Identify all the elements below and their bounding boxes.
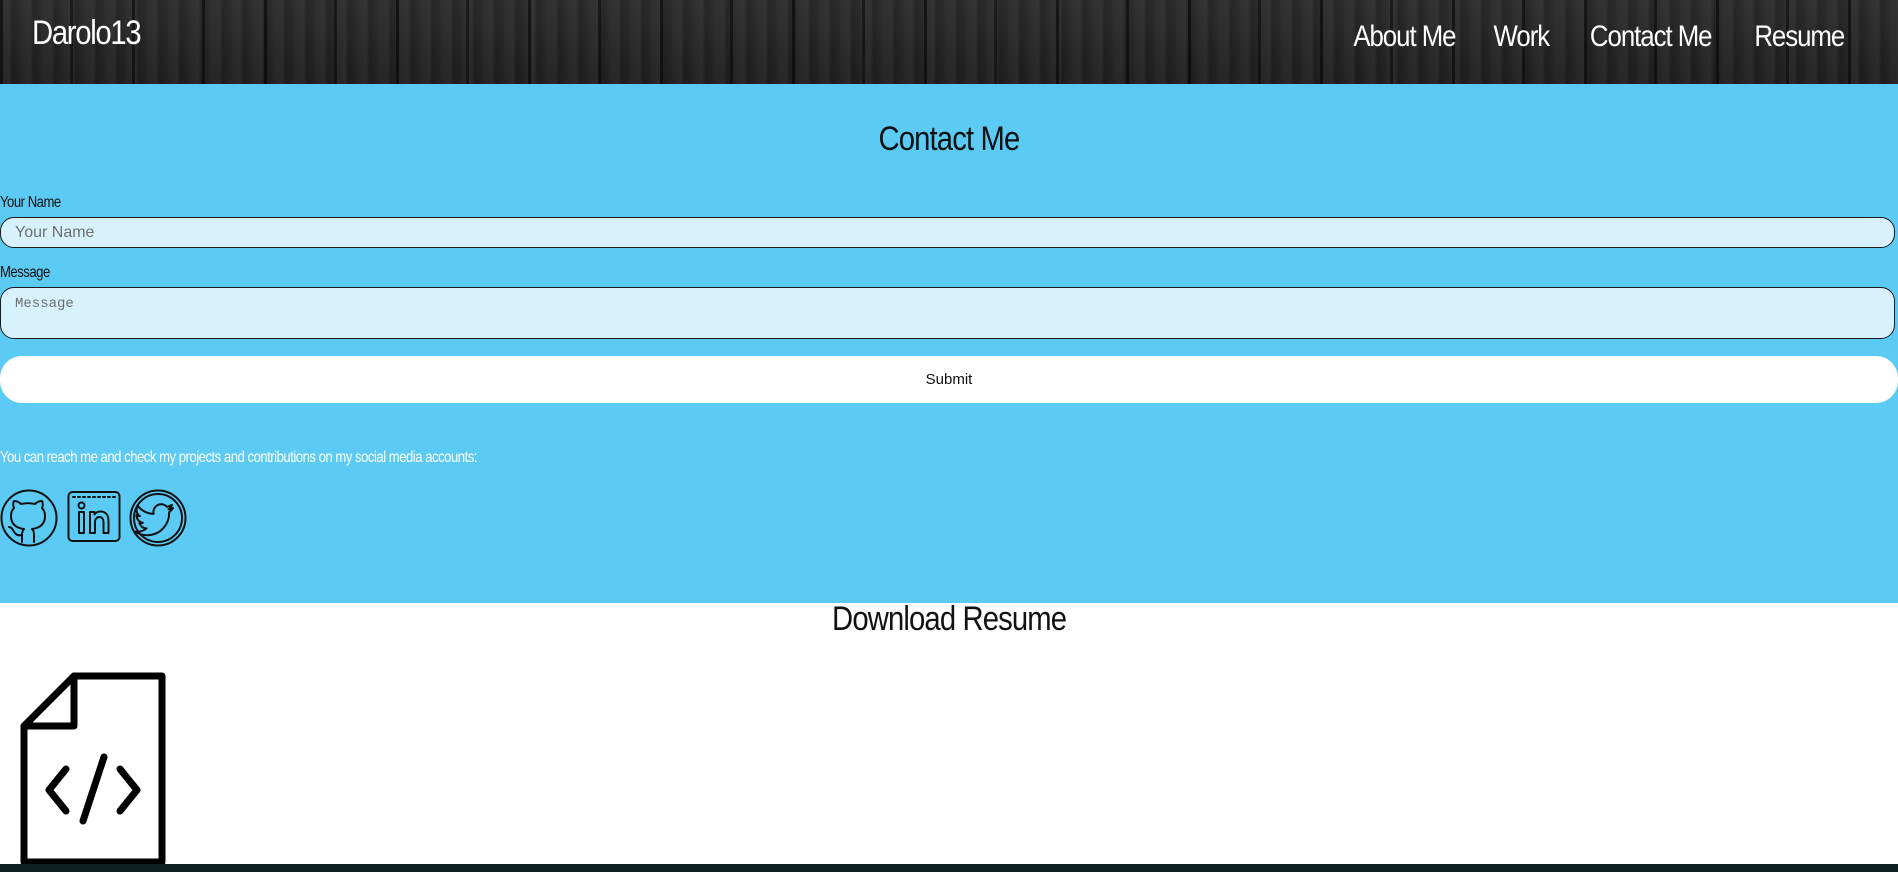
site-header: Darolo13 About Me Work Contact Me Resume <box>0 0 1898 84</box>
nav-resume[interactable]: Resume <box>1755 20 1846 54</box>
contact-title: Contact Me <box>878 120 1021 158</box>
linkedin-link[interactable] <box>67 489 121 543</box>
site-logo[interactable]: Darolo13 <box>32 14 142 53</box>
twitter-link[interactable] <box>129 489 187 547</box>
contact-section: Contact Me Your Name Message Submit You … <box>0 84 1898 603</box>
nav-work[interactable]: Work <box>1494 20 1551 54</box>
message-input[interactable] <box>0 287 1895 339</box>
submit-button[interactable]: Submit <box>0 356 1898 403</box>
linkedin-icon <box>67 491 121 542</box>
github-link[interactable] <box>0 489 58 547</box>
message-label: Message <box>0 264 50 281</box>
twitter-icon <box>129 489 187 547</box>
resume-download-link[interactable] <box>20 672 166 871</box>
resume-title: Download Resume <box>831 600 1067 638</box>
code-file-icon <box>20 672 166 866</box>
bottom-bar <box>0 864 1898 872</box>
social-text: You can reach me and check my projects a… <box>0 449 477 466</box>
github-icon <box>0 489 58 547</box>
nav-contact-me[interactable]: Contact Me <box>1590 20 1713 54</box>
main-nav: About Me Work Contact Me Resume <box>1319 20 1852 54</box>
nav-about-me[interactable]: About Me <box>1353 20 1456 54</box>
name-label: Your Name <box>0 194 61 211</box>
name-input[interactable] <box>0 217 1895 248</box>
